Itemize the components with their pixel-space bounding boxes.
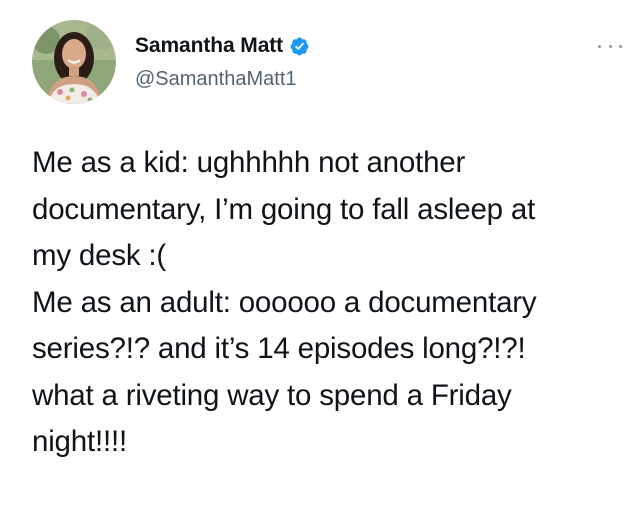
more-dot [608,44,612,48]
author-handle[interactable]: @SamanthaMatt1 [135,68,297,91]
profile-photo-icon [32,20,116,104]
author-avatar[interactable] [32,20,116,104]
more-dot [619,44,622,48]
author-display-name[interactable]: Samantha Matt [135,34,283,58]
verified-badge-icon [289,36,310,57]
more-dot [598,44,601,48]
tweet-card: Samantha Matt @SamanthaMatt1 Me as a kid… [0,0,640,518]
tweet-text: Me as a kid: ughhhhh not another documen… [32,146,537,458]
more-options-icon[interactable] [598,38,622,54]
author-name-row: Samantha Matt [135,33,310,59]
